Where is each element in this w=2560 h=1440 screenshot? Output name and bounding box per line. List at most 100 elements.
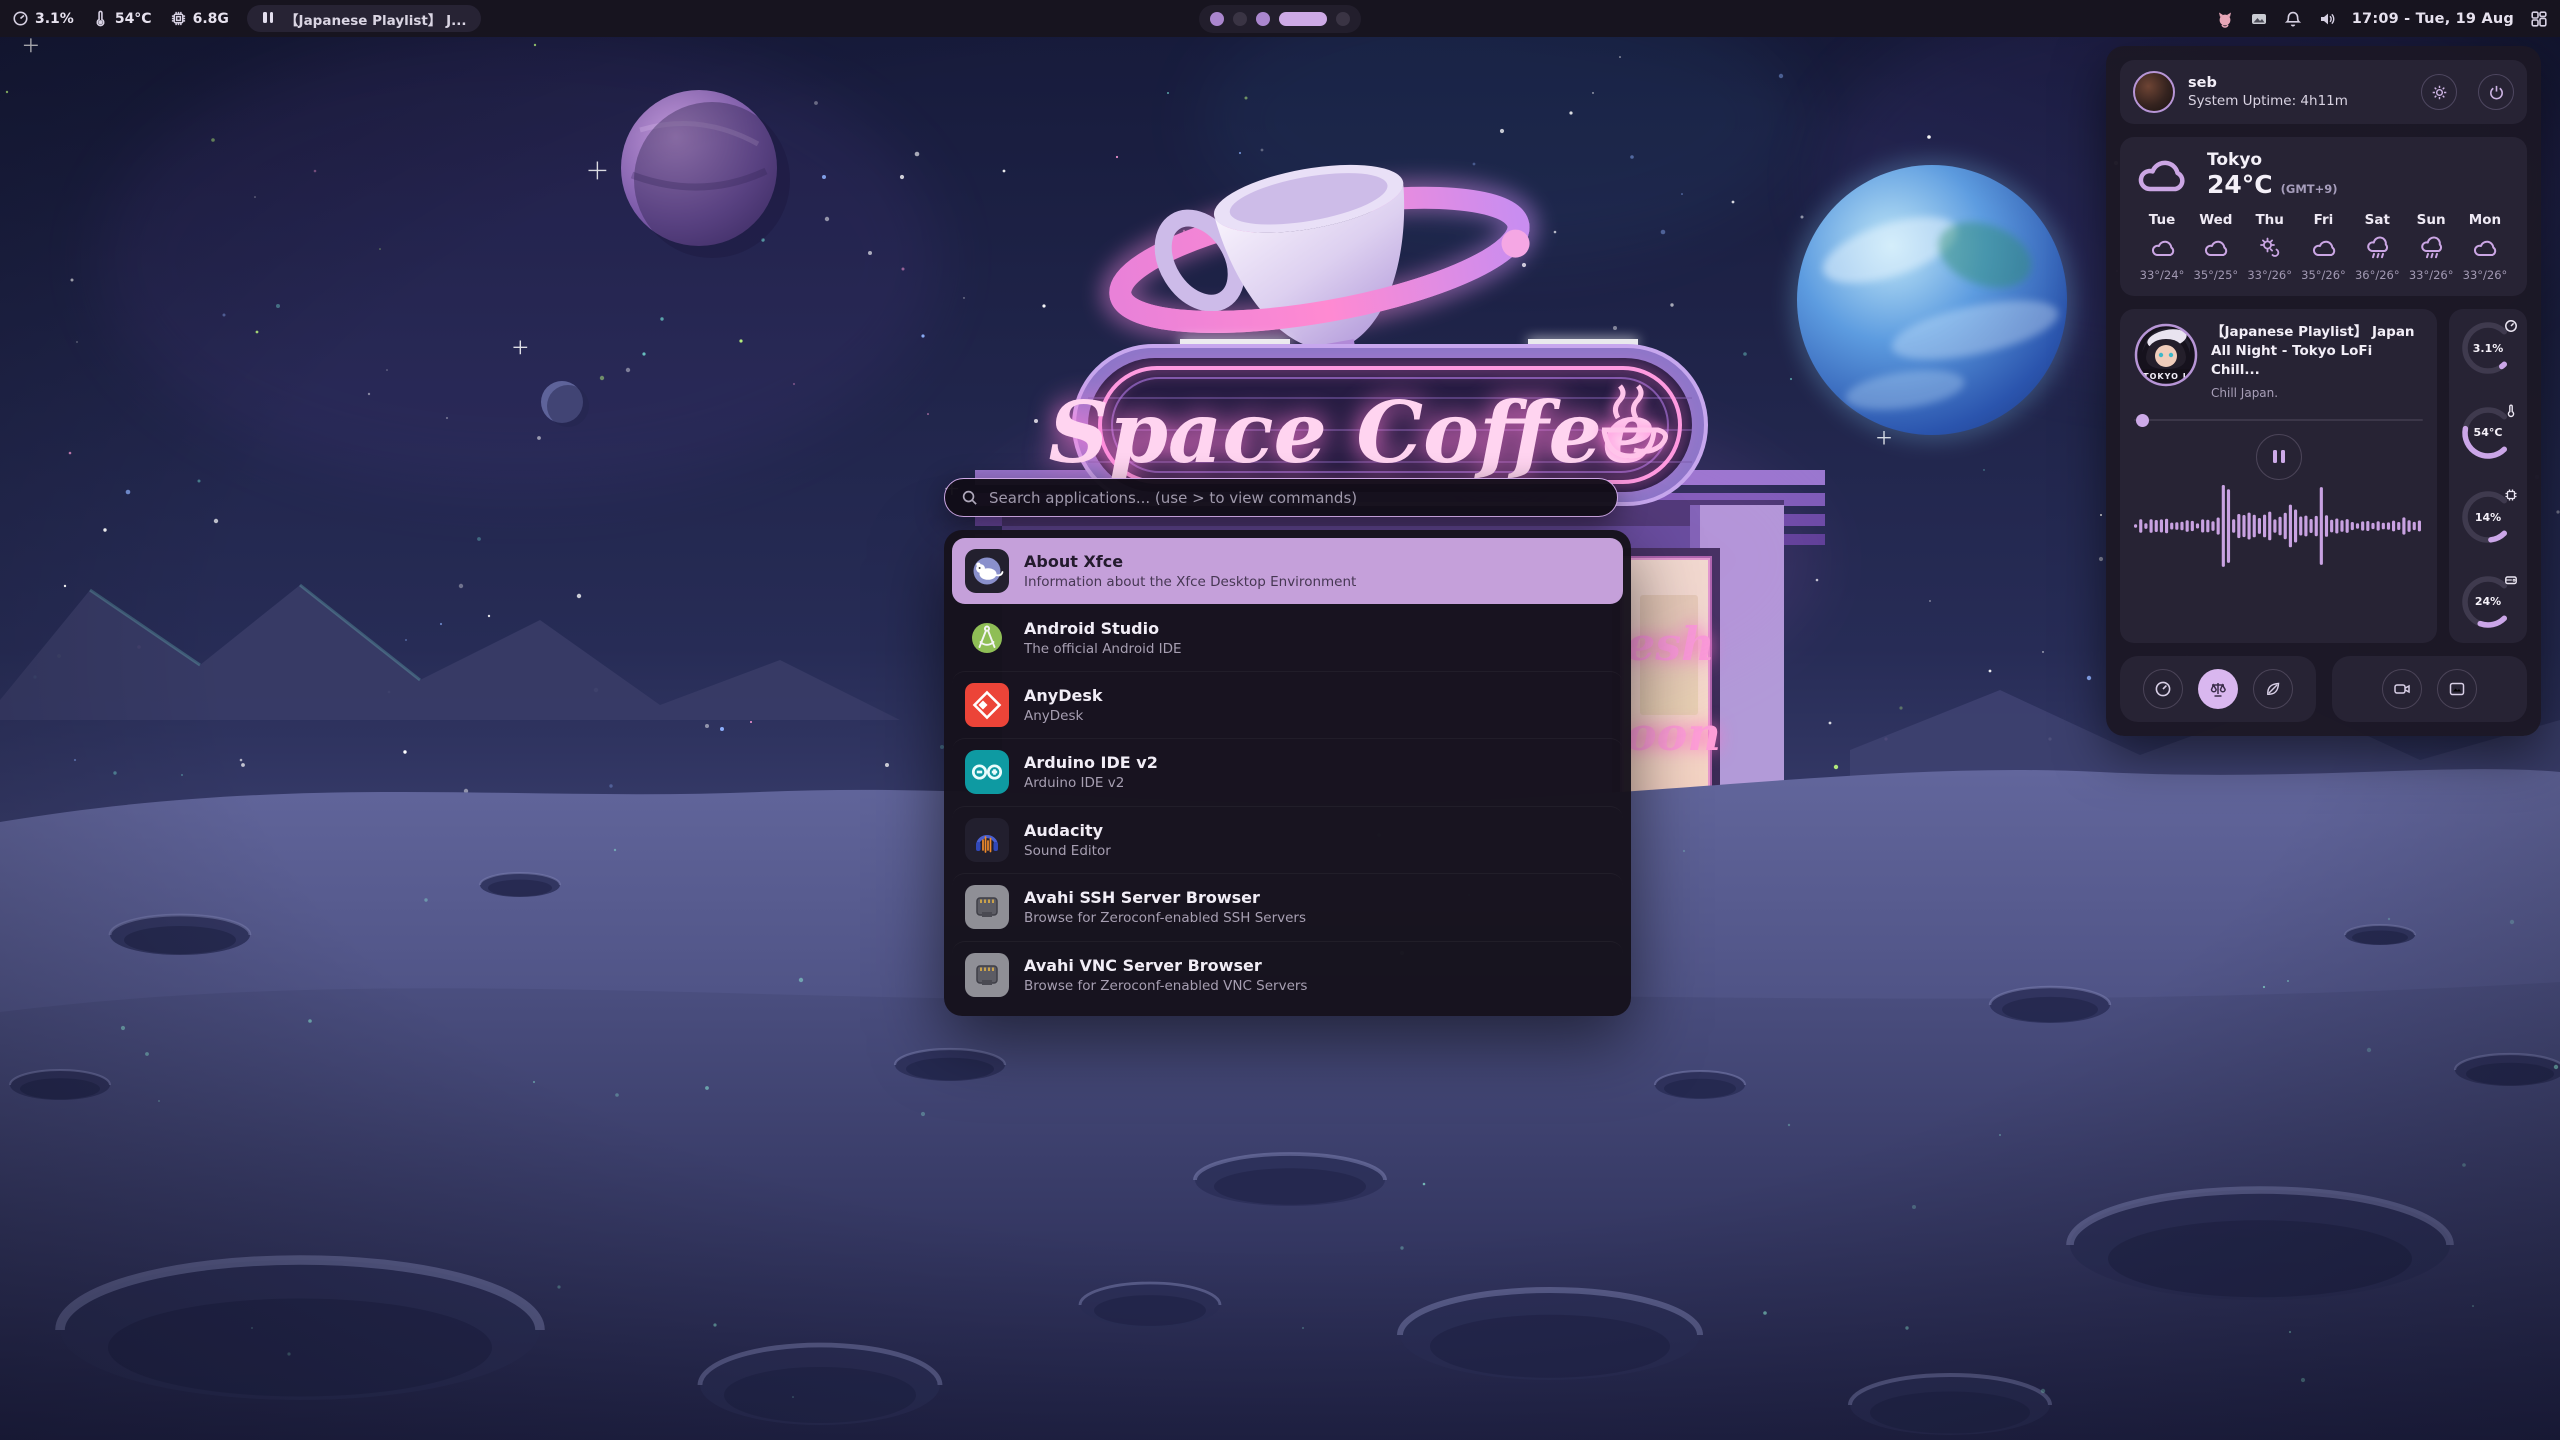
search-placeholder: Search applications... (use > to view co… xyxy=(989,489,1357,507)
screenshot-icon xyxy=(2448,680,2466,698)
weather-timezone: (GMT+9) xyxy=(2281,182,2338,196)
app-description: Browse for Zeroconf-enabled SSH Servers xyxy=(1024,910,1306,926)
thermometer-icon xyxy=(92,10,109,27)
gauge-thermometer: 54°C xyxy=(2459,404,2517,464)
user-card: seb System Uptime: 4h11m xyxy=(2120,60,2527,124)
scales-icon xyxy=(2209,680,2227,698)
workspace-dot-2[interactable] xyxy=(1233,12,1247,26)
profile-balanced-button[interactable] xyxy=(2198,669,2238,709)
workspace-switcher[interactable] xyxy=(1199,5,1361,33)
pause-icon xyxy=(262,11,275,27)
weather-widget[interactable]: Tokyo 24°C (GMT+9) Tue 33°/24° Wed 35°/2… xyxy=(2120,137,2527,296)
disk-icon xyxy=(2504,572,2518,591)
leaf-icon xyxy=(2264,680,2282,698)
forecast-day: Mon 33°/26° xyxy=(2459,212,2511,282)
launcher-item[interactable]: About Xfce Information about the Xfce De… xyxy=(952,538,1623,604)
launcher-item[interactable]: AnyDesk AnyDesk xyxy=(952,671,1623,738)
cloud-icon xyxy=(2471,236,2498,260)
forecast-day-label: Thu xyxy=(2255,212,2283,228)
forecast-day: Tue 33°/24° xyxy=(2136,212,2188,282)
launcher-item[interactable]: Arduino IDE v2 Arduino IDE v2 xyxy=(952,738,1623,805)
notifications-icon[interactable] xyxy=(2284,10,2302,28)
gauge-icon xyxy=(12,10,29,27)
forecast-day-label: Tue xyxy=(2149,212,2176,228)
profile-performance-button[interactable] xyxy=(2143,669,2183,709)
forecast-day: Thu 33°/26° xyxy=(2244,212,2296,282)
screenshot-button[interactable] xyxy=(2437,669,2477,709)
track-title: 【Japanese Playlist】 Japan All Night - To… xyxy=(2211,323,2423,380)
app-description: Arduino IDE v2 xyxy=(1024,775,1158,791)
sun-cloud-icon xyxy=(2256,236,2283,260)
forecast-temps: 33°/24° xyxy=(2140,268,2185,282)
launcher-item[interactable]: Android Studio The official Android IDE xyxy=(952,604,1623,670)
clock[interactable]: 17:09 - Tue, 19 Aug xyxy=(2352,11,2514,27)
app-title: Audacity xyxy=(1024,821,1111,840)
launcher-item[interactable]: Avahi SSH Server Browser Browse for Zero… xyxy=(952,873,1623,940)
app-description: Sound Editor xyxy=(1024,843,1111,859)
temperature-stat[interactable]: 54°C xyxy=(92,10,152,27)
weather-city: Tokyo xyxy=(2207,150,2338,170)
seek-thumb[interactable] xyxy=(2136,414,2149,427)
memory-value: 6.8G xyxy=(193,11,229,27)
gauge-chip: 14% xyxy=(2459,488,2517,548)
wallpaper-icon[interactable] xyxy=(2250,10,2268,28)
chip-icon xyxy=(170,10,187,27)
now-playing-pill[interactable]: 【Japanese Playlist】 J... xyxy=(247,5,482,32)
user-name: seb xyxy=(2188,75,2400,91)
screen-record-button[interactable] xyxy=(2382,669,2422,709)
anydesk-app-icon xyxy=(965,683,1009,727)
track-subtitle: Chill Japan. xyxy=(2211,386,2423,400)
gauge-gauge: 3.1% xyxy=(2459,319,2517,379)
volume-icon[interactable] xyxy=(2318,10,2336,28)
workspace-dot-3[interactable] xyxy=(1256,12,1270,26)
network-app-icon xyxy=(965,953,1009,997)
forecast-day-label: Fri xyxy=(2314,212,2334,228)
workspace-dot-5[interactable] xyxy=(1336,12,1350,26)
forecast-day-label: Mon xyxy=(2469,212,2501,228)
media-player-widget: TOKYO L 【Japanese Playlist】 Japan All Ni… xyxy=(2120,309,2437,643)
launcher-item[interactable]: Audacity Sound Editor xyxy=(952,806,1623,873)
app-search-input[interactable]: Search applications... (use > to view co… xyxy=(944,478,1618,517)
chip-icon xyxy=(2504,487,2518,506)
settings-button[interactable] xyxy=(2421,74,2457,110)
memory-stat[interactable]: 6.8G xyxy=(170,10,229,27)
forecast-day: Sat 36°/26° xyxy=(2351,212,2403,282)
forecast-day-label: Wed xyxy=(2199,212,2232,228)
weather-temp: 24°C xyxy=(2207,170,2273,199)
forecast-temps: 35°/25° xyxy=(2194,268,2239,282)
temperature-value: 54°C xyxy=(115,11,152,27)
forecast-temps: 33°/26° xyxy=(2409,268,2454,282)
weather-forecast: Tue 33°/24° Wed 35°/25° Thu 33°/26° Fri … xyxy=(2136,212,2511,282)
video-camera-icon xyxy=(2393,680,2411,698)
cpu-usage-stat[interactable]: 3.1% xyxy=(12,10,74,27)
profile-power-saver-button[interactable] xyxy=(2253,669,2293,709)
app-launcher-list: About Xfce Information about the Xfce De… xyxy=(944,530,1631,1016)
workspace-dot-1[interactable] xyxy=(1210,12,1224,26)
thermometer-icon xyxy=(2504,403,2518,422)
top-bar: 3.1% 54°C 6.8G 【Japanese Playlist】 J... … xyxy=(0,0,2560,37)
power-button[interactable] xyxy=(2478,74,2514,110)
forecast-temps: 35°/26° xyxy=(2301,268,2346,282)
app-title: Android Studio xyxy=(1024,619,1182,638)
app-description: AnyDesk xyxy=(1024,708,1103,724)
app-description: Information about the Xfce Desktop Envir… xyxy=(1024,574,1356,590)
arduino-app-icon xyxy=(965,750,1009,794)
cloud-icon xyxy=(2149,236,2176,260)
audacity-app-icon xyxy=(965,818,1009,862)
avatar xyxy=(2133,71,2175,113)
forecast-day: Wed 35°/25° xyxy=(2190,212,2242,282)
forecast-temps: 33°/26° xyxy=(2463,268,2508,282)
cpu-usage-value: 3.1% xyxy=(35,11,74,27)
cat-icon[interactable] xyxy=(2216,10,2234,28)
app-description: The official Android IDE xyxy=(1024,641,1182,657)
album-art: TOKYO L xyxy=(2134,323,2198,387)
play-pause-button[interactable] xyxy=(2256,434,2302,480)
workspace-dot-4[interactable] xyxy=(1279,12,1327,26)
power-profile-selector xyxy=(2120,656,2316,722)
launcher-item[interactable]: Avahi VNC Server Browser Browse for Zero… xyxy=(952,941,1623,1008)
overview-grid-icon[interactable] xyxy=(2530,10,2548,28)
network-app-icon xyxy=(965,885,1009,929)
xfce-app-icon xyxy=(965,549,1009,593)
seek-slider[interactable] xyxy=(2134,414,2423,426)
app-title: About Xfce xyxy=(1024,552,1356,571)
